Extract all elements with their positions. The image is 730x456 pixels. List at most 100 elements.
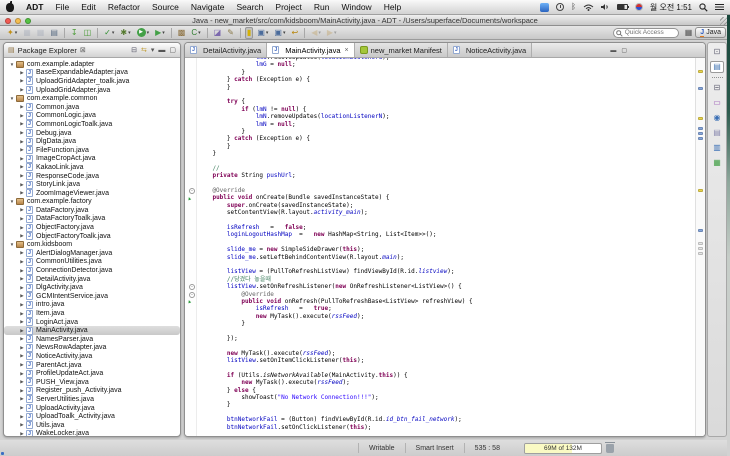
code-line[interactable]: btnNetworkFail.setOnClickListener(this); [198,424,694,431]
tree-package-com.kidsboom[interactable]: ▼ com.kidsboom [4,240,180,249]
battery-icon[interactable] [616,4,629,10]
tree-file-ParentAct.java[interactable]: ▶ J ParentAct.java [4,361,180,370]
tree-file-CommonLogic.java[interactable]: ▶ J CommonLogic.java [4,111,180,121]
expand-arrow-icon[interactable]: ▶ [18,414,26,420]
expand-arrow-icon[interactable]: ▶ [18,250,26,256]
code-line[interactable] [198,364,694,371]
code-line[interactable]: } [198,84,694,91]
tree-file-AlertDialogManager.java[interactable]: ▶ J AlertDialogManager.java [4,249,180,258]
tree-file-ResponseCode.java[interactable]: ▶ J ResponseCode.java [4,172,180,181]
collapse-arrow-icon[interactable]: ▼ [8,62,16,67]
mark-occurrences-button[interactable]: ▮ [244,26,254,39]
code-line[interactable]: loginLogoutHashMap = new HashMap<String,… [198,231,694,238]
tree-file-DetailActivity.java[interactable]: ▶ J DetailActivity.java [4,275,180,284]
tree-file-CommonLogicToalk.java[interactable]: ▶ J CommonLogicToalk.java [4,120,180,129]
notification-center-icon[interactable] [715,3,724,11]
menubar-clock[interactable]: 월 오전 1:51 [650,2,692,13]
tree-file-Common.java[interactable]: ▶ J Common.java [4,103,180,112]
code-line[interactable]: slide_me = new SimpleSideDrawer(this); [198,246,694,253]
clock-icon[interactable] [556,3,565,11]
menu-source[interactable]: Source [152,2,179,12]
code-line[interactable]: //당겼다 놓을때 [198,276,694,283]
code-line[interactable] [198,261,694,268]
collapse-all-icon[interactable]: ⊟ [131,46,137,54]
close-view-icon[interactable]: ⊠ [80,46,86,54]
overview-marker[interactable] [698,132,703,135]
tree-file-Register_push_Activity.java[interactable]: ▶ J Register_push_Activity.java [4,386,180,396]
menu-help[interactable]: Help [384,2,401,12]
expand-arrow-icon[interactable]: ▶ [18,379,26,385]
tree-file-ObjectFactoryToalk.java[interactable]: ▶ J ObjectFactoryToalk.java [4,232,180,241]
code-line[interactable]: } [198,401,694,408]
code-line[interactable]: lmN.removeUpdates(locationListenerN); [198,113,694,120]
expand-arrow-icon[interactable]: ▶ [18,130,26,136]
volume-icon[interactable] [600,3,610,11]
expand-arrow-icon[interactable]: ▶ [18,164,26,170]
tab-DetailActivity.java[interactable]: J DetailActivity.java [185,43,268,57]
maximize-view-icon[interactable]: ▢ [169,46,176,54]
open-perspective-icon[interactable]: ▦ [685,28,693,37]
internet-view-icon[interactable]: ◉ [710,112,724,124]
expand-arrow-icon[interactable]: ▶ [18,104,26,110]
tree-file-PUSH_View.java[interactable]: ▶ J PUSH_View.java [4,378,180,387]
code-line[interactable] [198,91,694,98]
overview-marker[interactable] [698,127,703,130]
menu-window[interactable]: Window [341,2,371,12]
code-line[interactable]: if (Utils.isNetworkAvailable(MainActivit… [198,372,694,379]
expand-arrow-icon[interactable]: ▶ [18,422,26,428]
overview-marker[interactable] [698,247,703,250]
tab-MainActivity.java[interactable]: J MainActivity.java × [267,43,355,57]
code-line[interactable]: } [198,150,694,157]
tree-package-com.example.adapter[interactable]: ▼ com.example.adapter [4,60,180,69]
collapse-arrow-icon[interactable]: ▼ [8,242,16,247]
code-line[interactable]: new MyTask().execute(rssFeed); [198,313,694,320]
expand-arrow-icon[interactable]: ▶ [18,233,26,239]
menu-project[interactable]: Project [275,2,301,12]
menu-run[interactable]: Run [314,2,330,12]
expand-arrow-icon[interactable]: ▶ [18,396,26,402]
prev-annotation-button[interactable]: ▣ ▾ [272,27,287,39]
code-line[interactable]: isRefresh = false; [198,224,694,231]
code-line[interactable]: lmN = null; [198,121,694,128]
tree-file-DlgData.java[interactable]: ▶ J DlgData.java [4,137,180,146]
minimize-window-button[interactable] [15,17,21,24]
expand-arrow-icon[interactable]: ▶ [18,78,26,84]
code-line[interactable]: if (lmN != null) { [198,106,694,113]
expand-arrow-icon[interactable]: ▶ [18,353,26,359]
tree-file-NamesParser.java[interactable]: ▶ J NamesParser.java [4,335,180,344]
expand-arrow-icon[interactable]: ▶ [18,207,26,213]
last-edit-location-button[interactable]: ↩ [289,27,300,39]
code-line[interactable]: lmG = null; [198,61,694,68]
debug-button[interactable]: ✱ ▾ [118,27,132,39]
expand-arrow-icon[interactable]: ▶ [18,173,26,179]
code-line[interactable]: try { [198,98,694,105]
logcat-view-icon[interactable]: ▦ [710,157,724,169]
code-line[interactable]: listView.setOnRefreshListener(new OnRefr… [198,283,694,290]
code-line[interactable]: new MyTask().execute(rssFeed); [198,379,694,386]
overview-marker[interactable] [698,117,703,120]
expand-arrow-icon[interactable]: ▶ [18,276,26,282]
new-wizard-button[interactable]: ✦ ▾ [5,27,19,39]
print-button[interactable]: ▤ [48,27,60,39]
code-line[interactable]: public void onRefresh(PullToRefreshBase<… [198,298,694,305]
code-line[interactable] [198,180,694,187]
minimize-editor-icon[interactable]: ▬ [610,48,616,54]
fold-ruler[interactable]: − ▲ − − ▲ [185,58,197,436]
fold-marker-icon[interactable]: − [189,284,195,291]
expand-arrow-icon[interactable]: ▶ [18,302,26,308]
code-line[interactable]: } [198,320,694,327]
code-line[interactable]: btnNetworkFail = (Button) findViewById(R… [198,416,694,423]
expand-arrow-icon[interactable]: ▶ [18,139,26,145]
tree-file-ServerUtilities.java[interactable]: ▶ J ServerUtilities.java [4,395,180,404]
expand-arrow-icon[interactable]: ▶ [18,216,26,222]
tree-file-CommonUtilities.java[interactable]: ▶ J CommonUtilities.java [4,257,180,267]
tree-file-UploadGridAdapter_toalk.java[interactable]: ▶ J UploadGridAdapter_toalk.java [4,77,180,86]
tree-file-NewsRowAdapter.java[interactable]: ▶ J NewsRowAdapter.java [4,343,180,353]
code-line[interactable]: } else { [198,387,694,394]
expand-arrow-icon[interactable]: ▶ [18,431,26,436]
expand-arrow-icon[interactable]: ▶ [18,362,26,368]
close-window-button[interactable] [5,17,11,24]
expand-arrow-icon[interactable]: ▶ [18,121,26,127]
tree-file-ConnectionDetector.java[interactable]: ▶ J ConnectionDetector.java [4,266,180,275]
menu-search[interactable]: Search [236,2,263,12]
